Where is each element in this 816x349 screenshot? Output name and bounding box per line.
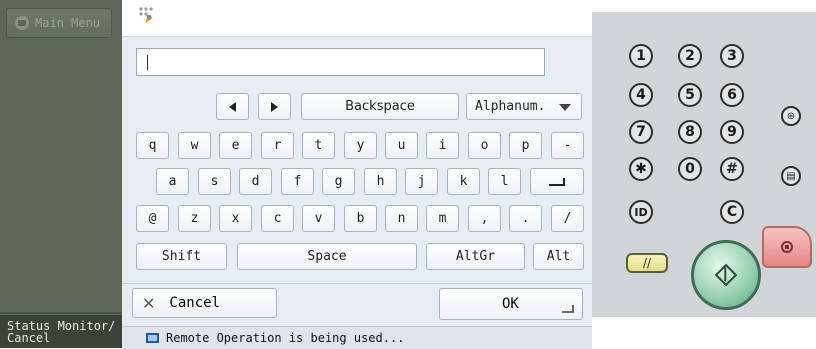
divider	[122, 283, 592, 284]
key-f[interactable]: f	[281, 168, 314, 195]
key-b[interactable]: b	[344, 205, 377, 232]
key-comma[interactable]: ,	[468, 205, 501, 232]
numkey-1[interactable]: 1	[629, 44, 653, 68]
key-w[interactable]: w	[178, 132, 211, 159]
left-sidebar: Main Menu Status Monitor/ Cancel	[0, 0, 122, 348]
key-p[interactable]: p	[509, 132, 542, 159]
settings-registration-button[interactable]: ⊛	[781, 106, 801, 126]
key-y[interactable]: y	[344, 132, 377, 159]
sidebar-divider	[0, 312, 122, 314]
cancel-label: Cancel	[169, 295, 220, 311]
key-period[interactable]: .	[509, 205, 542, 232]
keyboard-panel: Backspace Alphanum. q w e r t y u i o p …	[122, 36, 592, 327]
key-r[interactable]: r	[261, 132, 294, 159]
status-monitor-cancel-button[interactable]: Status Monitor/ Cancel	[0, 315, 122, 348]
key-k[interactable]: k	[447, 168, 480, 195]
key-l[interactable]: l	[488, 168, 521, 195]
settings-tools-icon	[139, 7, 153, 23]
cursor-left-key[interactable]	[216, 93, 249, 120]
numkey-4[interactable]: 4	[629, 83, 653, 107]
remote-screen-icon	[146, 333, 159, 343]
key-hyphen[interactable]: -	[551, 132, 584, 159]
stop-button[interactable]	[762, 226, 812, 268]
enter-corner-icon	[562, 305, 574, 313]
numkey-star[interactable]: ✱	[629, 157, 653, 181]
text-cursor	[147, 55, 148, 70]
main-menu-label: Main Menu	[35, 16, 101, 30]
key-z[interactable]: z	[178, 205, 211, 232]
close-icon: ✕	[142, 293, 156, 313]
numkey-0[interactable]: 0	[678, 157, 702, 181]
counter-icon: ▤	[786, 170, 796, 182]
ok-button[interactable]: OK	[439, 288, 583, 320]
key-d[interactable]: d	[239, 168, 272, 195]
key-i[interactable]: i	[426, 132, 459, 159]
key-slash[interactable]: /	[551, 205, 584, 232]
ok-label: OK	[502, 296, 519, 312]
key-m[interactable]: m	[426, 205, 459, 232]
key-s[interactable]: s	[198, 168, 231, 195]
key-c[interactable]: c	[261, 205, 294, 232]
enter-key[interactable]	[530, 168, 584, 195]
top-bar	[122, 0, 592, 36]
key-e[interactable]: e	[219, 132, 252, 159]
key-v[interactable]: v	[302, 205, 335, 232]
numkey-2[interactable]: 2	[678, 44, 702, 68]
key-g[interactable]: g	[322, 168, 355, 195]
key-a[interactable]: a	[156, 168, 189, 195]
key-n[interactable]: n	[385, 205, 418, 232]
numkey-7[interactable]: 7	[629, 120, 653, 144]
key-h[interactable]: h	[364, 168, 397, 195]
numkey-5[interactable]: 5	[678, 83, 702, 107]
numkey-hash[interactable]: #	[720, 157, 744, 181]
stop-icon	[781, 241, 793, 253]
cursor-right-key[interactable]	[258, 93, 291, 120]
chevron-down-icon	[559, 104, 571, 111]
shift-key[interactable]: Shift	[136, 243, 227, 270]
enter-icon	[549, 177, 565, 186]
clear-button[interactable]: C	[720, 200, 744, 224]
key-j[interactable]: j	[405, 168, 438, 195]
text-input-field[interactable]	[136, 48, 545, 76]
key-t[interactable]: t	[302, 132, 335, 159]
status-message: Remote Operation is being used...	[166, 331, 405, 345]
keyboard-screen: Backspace Alphanum. q w e r t y u i o p …	[122, 0, 592, 349]
control-panel: 1 2 3 4 5 6 7 8 9 ✱ 0 # ⊛ ▤ ID C //	[592, 0, 816, 348]
alt-key[interactable]: Alt	[533, 243, 584, 270]
input-mode-select[interactable]: Alphanum.	[466, 93, 582, 120]
space-key[interactable]: Space	[237, 243, 417, 270]
start-button[interactable]	[691, 240, 761, 310]
status-bar: Remote Operation is being used...	[122, 326, 592, 349]
home-icon	[15, 16, 29, 30]
backspace-key[interactable]: Backspace	[301, 93, 459, 120]
start-icon	[714, 263, 738, 287]
key-at[interactable]: @	[136, 205, 169, 232]
altgr-key[interactable]: AltGr	[426, 243, 525, 270]
numkey-6[interactable]: 6	[720, 83, 744, 107]
numkey-9[interactable]: 9	[720, 120, 744, 144]
key-u[interactable]: u	[385, 132, 418, 159]
cancel-button[interactable]: ✕ Cancel	[132, 288, 277, 318]
id-button[interactable]: ID	[629, 200, 653, 224]
key-o[interactable]: o	[468, 132, 501, 159]
numkey-8[interactable]: 8	[678, 120, 702, 144]
numkey-3[interactable]: 3	[720, 44, 744, 68]
key-x[interactable]: x	[219, 205, 252, 232]
key-q[interactable]: q	[136, 132, 169, 159]
main-menu-button[interactable]: Main Menu	[6, 8, 112, 38]
settings-icon: ⊛	[786, 110, 796, 122]
counter-check-button[interactable]: ▤	[781, 166, 801, 186]
reset-button[interactable]: //	[626, 253, 668, 273]
input-mode-label: Alphanum.	[475, 99, 546, 114]
